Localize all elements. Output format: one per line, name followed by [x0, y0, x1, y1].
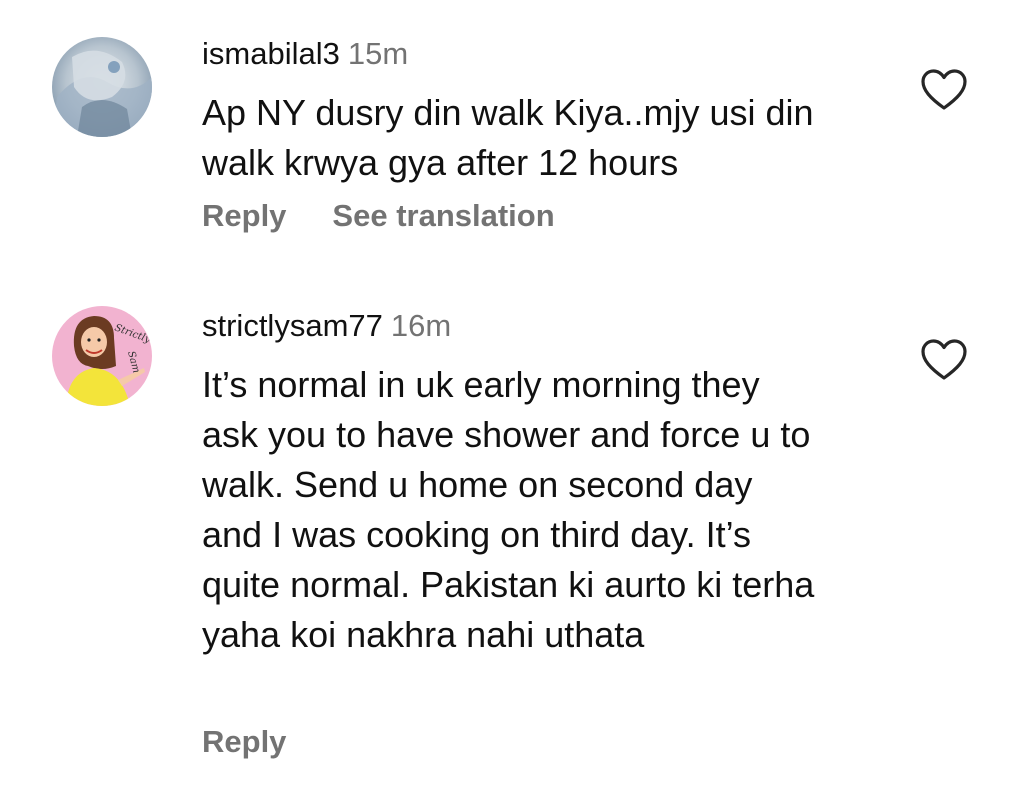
heart-outline-icon[interactable] [920, 68, 968, 112]
heart-outline-icon[interactable] [920, 338, 968, 382]
comment-text: It’s normal in uk early morning they ask… [202, 364, 815, 655]
avatar[interactable] [52, 37, 152, 137]
comment-actions: Reply [202, 724, 286, 760]
timestamp: 16m [390, 308, 452, 343]
timestamp: 15m [347, 36, 409, 71]
comment-actions: Reply See translation [202, 198, 555, 234]
comment-text: Ap NY dusry din walk Kiya..mjy usi din w… [202, 92, 814, 183]
cartoon-avatar-icon: Strictly Sam [52, 306, 152, 406]
avatar[interactable]: Strictly Sam [52, 306, 152, 406]
reply-button[interactable]: Reply [202, 724, 286, 759]
username[interactable]: ismabilal3 [202, 36, 340, 71]
see-translation-button[interactable]: See translation [332, 198, 554, 233]
comment-item: ismabilal3 15m Ap NY dusry din walk Kiya.… [0, 0, 1024, 260]
reply-button[interactable]: Reply [202, 198, 286, 233]
username[interactable]: strictlysam77 [202, 308, 383, 343]
comment-header: strictlysam77 16m [202, 308, 451, 344]
comment-header: ismabilal3 15m [202, 36, 408, 72]
comment-item: Strictly Sam strictlysam77 16m It’s norma… [0, 260, 1024, 796]
user-photo-avatar-icon [52, 37, 152, 137]
